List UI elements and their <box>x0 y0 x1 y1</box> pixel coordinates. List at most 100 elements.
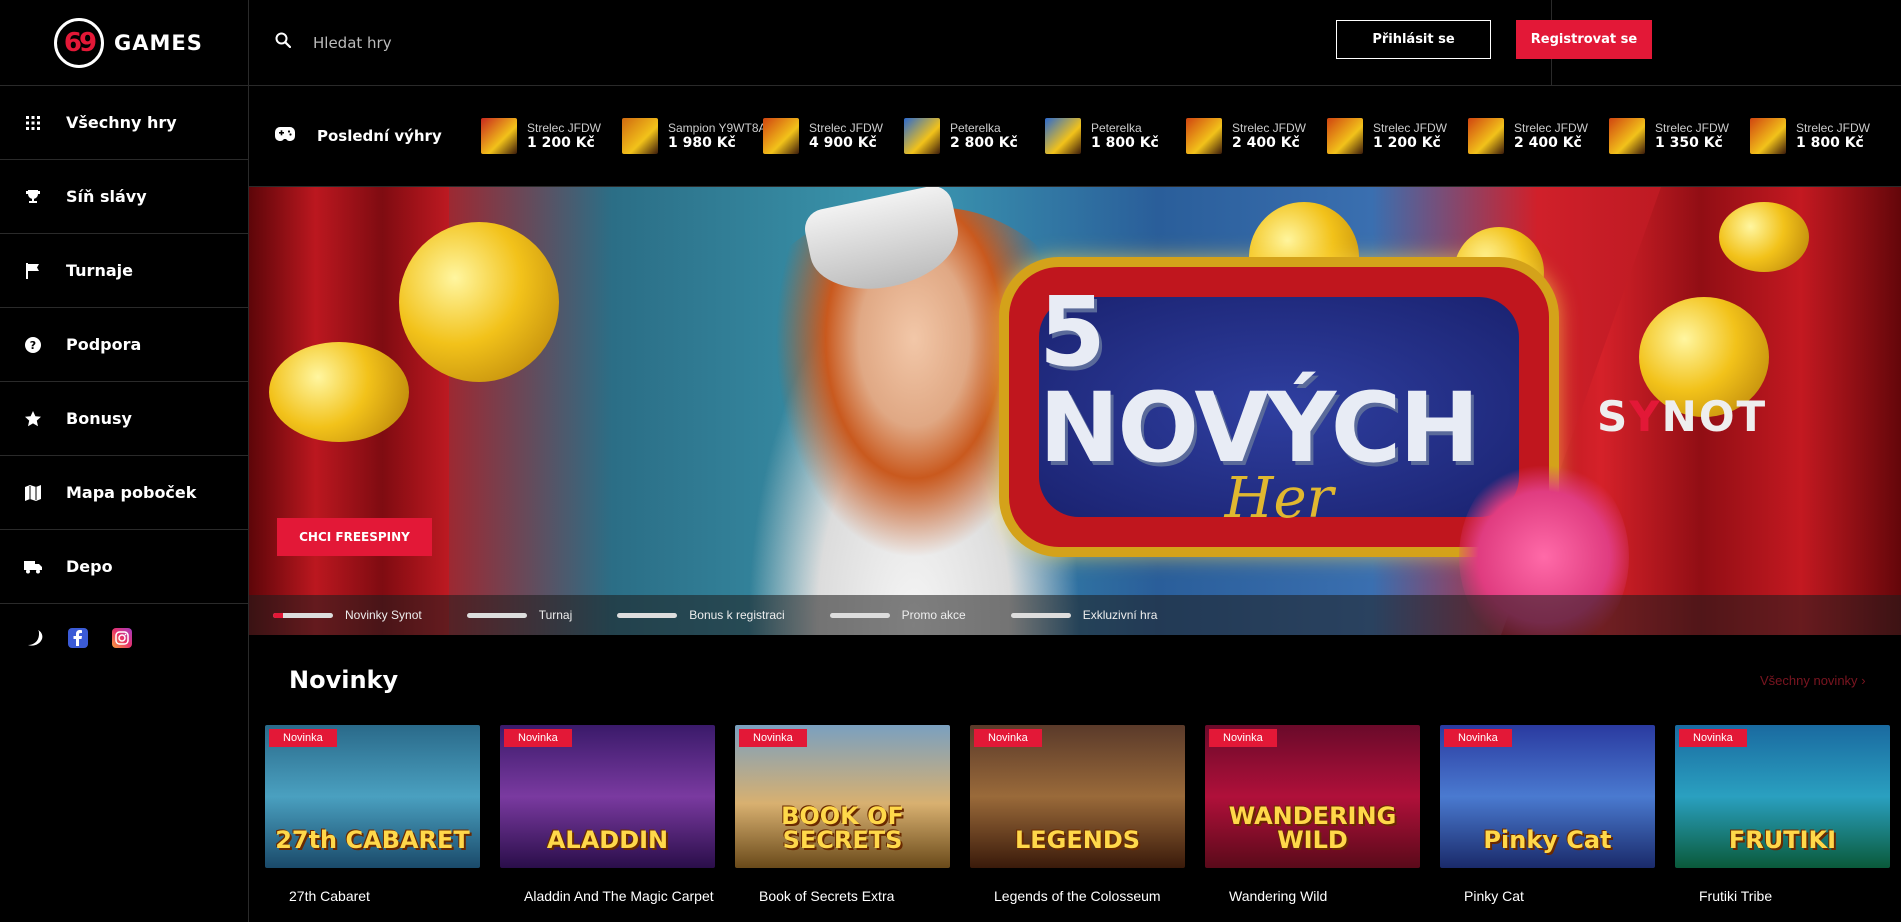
sidebar-item-bonuses[interactable]: Bonusy <box>0 382 248 456</box>
winner-name: Strelec JFDW <box>1655 121 1730 135</box>
winner-name: Peterelka <box>1091 121 1142 135</box>
game-logo: FRUTIKI <box>1728 826 1837 854</box>
win-amount: 1 980 Kč <box>668 135 736 151</box>
sidebar-item-tournaments[interactable]: Turnaje <box>0 234 248 308</box>
logo-mark: 69 <box>54 17 104 68</box>
new-badge: Novinka <box>1444 729 1512 747</box>
game-card[interactable]: Novinka FRUTIKI Frutiki Tribe <box>1675 725 1890 907</box>
sidebar-item-depo[interactable]: Depo <box>0 530 248 604</box>
game-title[interactable]: Pinky Cat <box>1440 885 1655 907</box>
game-card[interactable]: Novinka LEGENDS Legends of the Colosseum <box>970 725 1185 907</box>
facebook-icon[interactable] <box>68 628 88 648</box>
game-logo: 27th CABARET <box>275 826 470 854</box>
recent-wins: Poslední výhry Strelec JFDW 1 200 Kč Sampi… <box>249 86 1901 187</box>
game-card[interactable]: Novinka WANDERING WILD Wandering Wild <box>1205 725 1420 907</box>
win-amount: 1 350 Kč <box>1655 135 1723 151</box>
sidebar-item-label: Turnaje <box>66 261 133 280</box>
win-item[interactable]: Strelec JFDW 1 800 Kč <box>1750 118 1891 154</box>
game-thumbnail[interactable]: Novinka BOOK OF SECRETS <box>735 725 950 868</box>
header <box>249 0 1901 86</box>
game-thumbnail[interactable]: Novinka LEGENDS <box>970 725 1185 868</box>
flag-icon <box>24 262 42 280</box>
banner-tab[interactable]: Turnaj <box>466 608 573 622</box>
win-item[interactable]: Strelec JFDW 2 400 Kč <box>1468 118 1609 154</box>
banner-tab[interactable]: Promo akce <box>829 608 966 622</box>
banner-tab-label: Turnaj <box>538 608 573 622</box>
banner-tab[interactable]: Novinky Synot <box>273 608 422 622</box>
game-title[interactable]: Aladdin And The Magic Carpet <box>500 885 715 907</box>
game-title[interactable]: Book of Secrets Extra <box>735 885 950 907</box>
logo[interactable]: 69 GAMES <box>0 0 248 86</box>
banner-tab[interactable]: Exkluzivní hra <box>1010 608 1157 622</box>
recent-wins-header: Poslední výhry <box>249 126 481 146</box>
banner-title: 5 NOVÝCH <box>1039 275 1480 484</box>
moon-icon[interactable] <box>24 628 44 648</box>
sidebar-item-all-games[interactable]: Všechny hry <box>0 86 248 160</box>
promo-banner[interactable]: 5 NOVÝCH Her SYNOT <box>249 187 1901 635</box>
gamepad-icon <box>275 126 295 146</box>
game-title[interactable]: Frutiki Tribe <box>1675 885 1890 907</box>
game-card[interactable]: Novinka 27th CABARET 27th Cabaret <box>265 725 480 907</box>
svg-text:?: ? <box>30 339 36 352</box>
win-item[interactable]: Strelec JFDW 1 200 Kč <box>1327 118 1468 154</box>
register-button[interactable]: Registrovat se <box>1516 20 1652 59</box>
win-item[interactable]: Strelec JFDW 1 350 Kč <box>1609 118 1750 154</box>
win-item[interactable]: Strelec JFDW 4 900 Kč <box>763 118 904 154</box>
sidebar-item-support[interactable]: ? Podpora <box>0 308 248 382</box>
grid-icon <box>24 114 42 132</box>
banner-tabs: Novinky Synot Turnaj Bonus k registraci … <box>249 595 1901 635</box>
banner-tab[interactable]: Bonus k registraci <box>617 608 785 622</box>
trophy-icon <box>24 188 42 206</box>
sidebar-item-label: Bonusy <box>66 409 132 428</box>
win-amount: 1 200 Kč <box>527 135 595 151</box>
game-title[interactable]: Legends of the Colosseum <box>970 885 1185 907</box>
game-thumbnail[interactable]: Novinka ALADDIN <box>500 725 715 868</box>
game-logo: WANDERING WILD <box>1228 802 1397 854</box>
recent-wins-list: Strelec JFDW 1 200 Kč Sampion Y9WT8A 1 980 … <box>481 118 1891 154</box>
game-logo: BOOK OF SECRETS <box>781 802 904 854</box>
game-thumbnail <box>763 118 799 154</box>
chevron-right-icon: › <box>1861 673 1866 688</box>
win-item[interactable]: Strelec JFDW 2 400 Kč <box>1186 118 1327 154</box>
game-card[interactable]: Novinka BOOK OF SECRETS Book of Secrets Ex… <box>735 725 950 907</box>
banner-tab-label: Novinky Synot <box>345 608 422 622</box>
new-badge: Novinka <box>1679 729 1747 747</box>
game-title[interactable]: 27th Cabaret <box>265 885 480 907</box>
sidebar-item-hall-of-fame[interactable]: Síň slávy <box>0 160 248 234</box>
game-card[interactable]: Novinka Pinky Cat Pinky Cat <box>1440 725 1655 907</box>
search-input[interactable] <box>313 33 813 52</box>
instagram-icon[interactable] <box>112 628 132 648</box>
freespins-button[interactable]: CHCI FREESPINY <box>277 518 432 556</box>
game-thumbnail[interactable]: Novinka Pinky Cat <box>1440 725 1655 868</box>
all-novinky-link[interactable]: Všechny novinky › <box>1760 673 1866 688</box>
win-amount: 1 200 Kč <box>1373 135 1441 151</box>
game-thumbnail[interactable]: Novinka FRUTIKI <box>1675 725 1890 868</box>
search-icon[interactable] <box>275 32 292 53</box>
new-badge: Novinka <box>269 729 337 747</box>
new-badge: Novinka <box>739 729 807 747</box>
tab-progress-bar <box>466 612 527 618</box>
win-item[interactable]: Strelec JFDW 1 200 Kč <box>481 118 622 154</box>
sidebar-item-label: Síň slávy <box>66 187 147 206</box>
sidebar-item-label: Všechny hry <box>66 113 177 132</box>
tab-progress-bar <box>273 612 333 618</box>
game-thumbnail[interactable]: Novinka WANDERING WILD <box>1205 725 1420 868</box>
game-thumbnail[interactable]: Novinka 27th CABARET <box>265 725 480 868</box>
game-card[interactable]: Novinka ALADDIN Aladdin And The Magic Carp… <box>500 725 715 907</box>
coin-image <box>399 222 559 382</box>
new-badge: Novinka <box>504 729 572 747</box>
win-item[interactable]: Peterelka 2 800 Kč <box>904 118 1045 154</box>
sidebar-item-label: Podpora <box>66 335 142 354</box>
win-amount: 2 400 Kč <box>1232 135 1300 151</box>
login-button[interactable]: Přihlásit se <box>1336 20 1491 59</box>
game-thumbnail <box>1186 118 1222 154</box>
sidebar-item-branch-map[interactable]: Mapa poboček <box>0 456 248 530</box>
section-title: Novinky <box>289 666 399 694</box>
game-thumbnail <box>1468 118 1504 154</box>
game-logo: Pinky Cat <box>1483 826 1612 854</box>
win-item[interactable]: Sampion Y9WT8A 1 980 Kč <box>622 118 767 154</box>
game-title[interactable]: Wandering Wild <box>1205 885 1420 907</box>
map-icon <box>24 484 42 502</box>
synot-logo: SYNOT <box>1597 392 1768 441</box>
win-item[interactable]: Peterelka 1 800 Kč <box>1045 118 1186 154</box>
